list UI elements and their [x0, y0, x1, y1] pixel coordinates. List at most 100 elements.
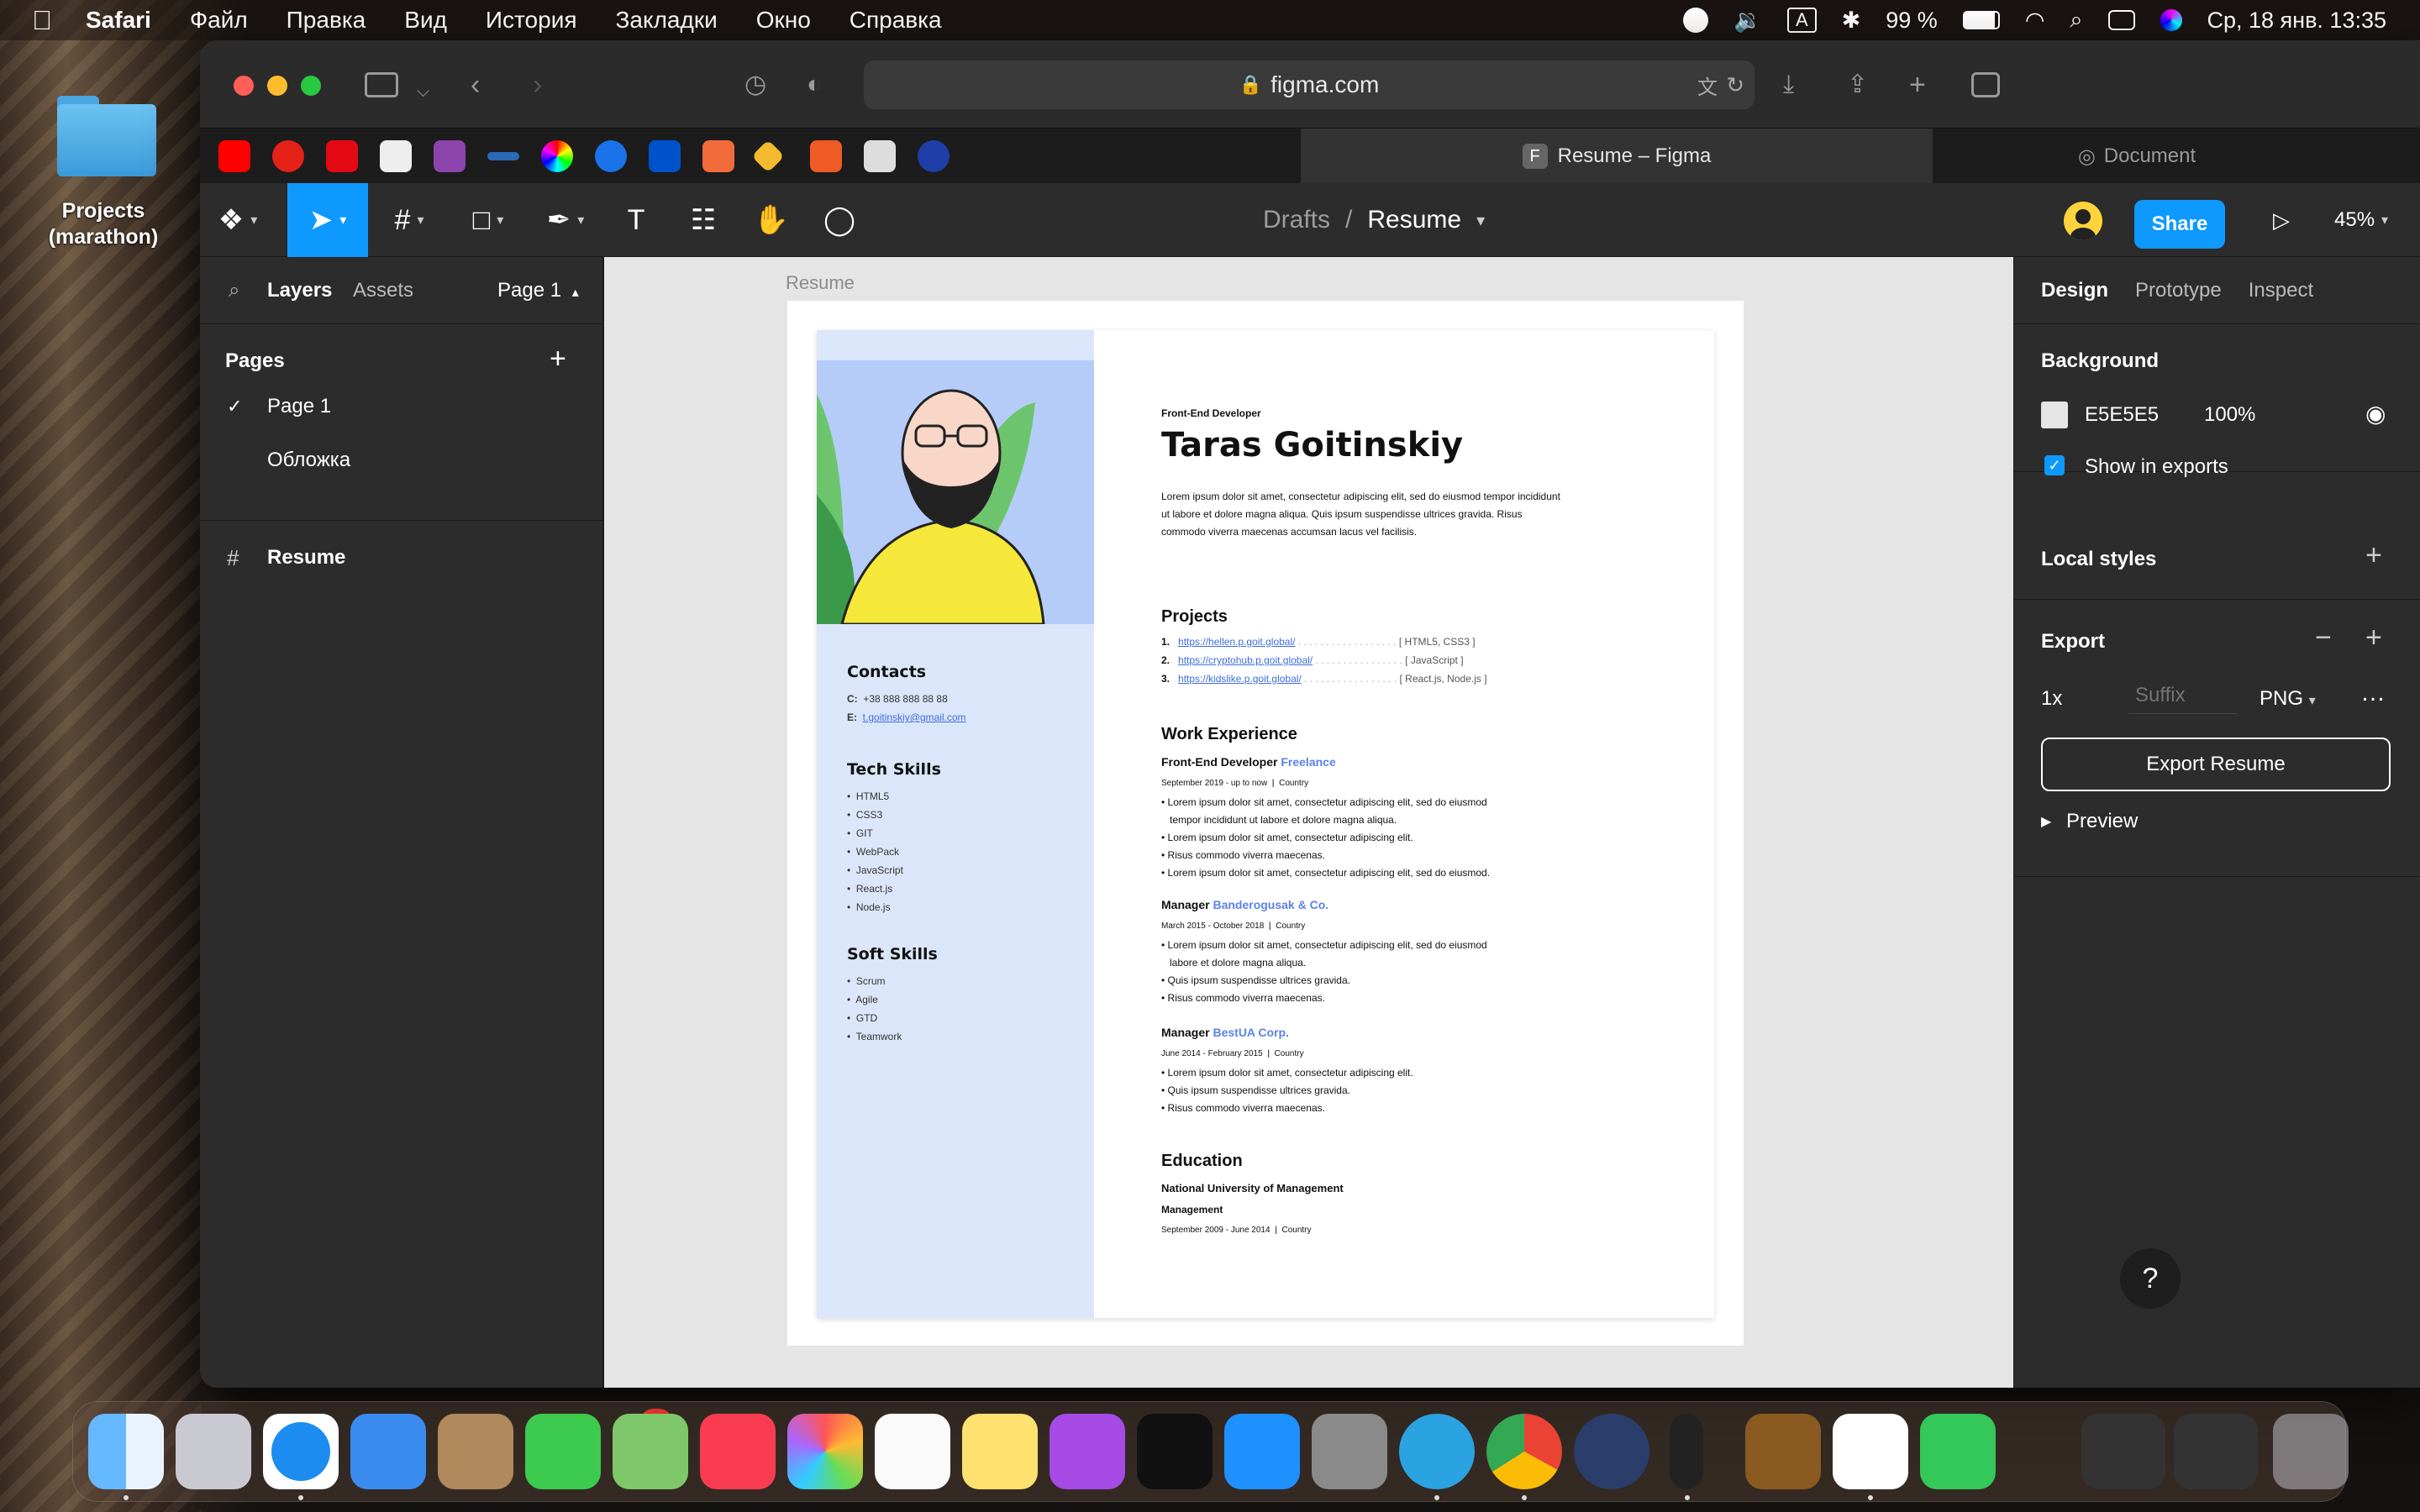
tab-design[interactable]: Design: [2041, 279, 2108, 302]
project-link[interactable]: https://kidslike.p.goit.global/: [1178, 673, 1302, 685]
tab-layers[interactable]: Layers: [267, 279, 332, 302]
spotlight-icon[interactable]: ⌕: [2070, 7, 2082, 34]
color-tab-icon[interactable]: [541, 140, 573, 172]
layer-resume[interactable]: # Resume: [200, 533, 602, 583]
chevron-down-icon[interactable]: ⌵: [417, 77, 429, 106]
tab-assets[interactable]: Assets: [353, 279, 413, 302]
history-clock-icon[interactable]: ◷: [744, 71, 766, 99]
music-icon[interactable]: [700, 1414, 776, 1489]
menu-app-name[interactable]: Safari: [86, 7, 151, 34]
show-in-exports-checkbox[interactable]: ✓: [2044, 455, 2065, 475]
desktop-folder-label[interactable]: Projects (marathon): [25, 198, 182, 250]
menu-window[interactable]: Окно: [756, 7, 811, 34]
notes-icon[interactable]: [962, 1414, 1038, 1489]
wifi-icon[interactable]: ◠: [2025, 8, 2045, 34]
minimized-window-icon[interactable]: [2174, 1414, 2258, 1489]
apple-icon[interactable]: : [32, 5, 52, 36]
menu-clock[interactable]: Ср, 18 янв. 13:35: [2207, 8, 2387, 34]
export-button[interactable]: Export Resume: [2041, 738, 2391, 791]
menu-edit[interactable]: Правка: [287, 7, 366, 34]
tab-prototype[interactable]: Prototype: [2135, 279, 2222, 302]
vscode-icon[interactable]: [1833, 1414, 1908, 1489]
app-tab-icon[interactable]: [380, 140, 412, 172]
messages-icon[interactable]: [525, 1414, 601, 1489]
zoom-window-button[interactable]: [301, 76, 321, 96]
app-tab-icon-2[interactable]: [595, 140, 627, 172]
maps-icon[interactable]: [613, 1414, 688, 1489]
add-page-icon[interactable]: +: [550, 343, 566, 375]
youtube-music-tab-icon[interactable]: [272, 140, 304, 172]
tab-inspect[interactable]: Inspect: [2249, 279, 2313, 302]
canvas[interactable]: Resume Contacts C: +38 888 888 88 88 E: …: [604, 257, 2013, 1388]
binance-tab-icon[interactable]: [751, 139, 785, 173]
help-button[interactable]: ?: [2120, 1248, 2181, 1309]
share-icon[interactable]: ⇪: [1847, 71, 1868, 99]
menu-bookmarks[interactable]: Закладки: [616, 7, 718, 34]
app-tab-icon-4[interactable]: [810, 140, 842, 172]
system-preferences-icon[interactable]: [1312, 1414, 1387, 1489]
add-style-icon[interactable]: +: [2365, 539, 2382, 572]
desktop-folder-icon[interactable]: [54, 91, 156, 176]
background-swatch[interactable]: [2041, 402, 2068, 428]
background-hex-input[interactable]: E5E5E5: [2085, 403, 2159, 427]
menu-view[interactable]: Вид: [404, 7, 447, 34]
youtube-tab-icon[interactable]: [218, 140, 250, 172]
figma-menu-icon[interactable]: ❖ ▾: [208, 183, 267, 257]
hearthstone-icon[interactable]: [1745, 1414, 1821, 1489]
input-source-icon[interactable]: A: [1786, 8, 1817, 33]
activity-monitor-icon[interactable]: [1670, 1414, 1703, 1489]
project-link[interactable]: https://hellen.p.goit.global/: [1178, 636, 1295, 648]
apple-tv-icon[interactable]: [1137, 1414, 1213, 1489]
forward-arrow-icon[interactable]: ›: [533, 71, 542, 99]
pinned-tab-icon[interactable]: [487, 152, 519, 160]
downloads-icon[interactable]: ⤓: [1783, 71, 1794, 99]
launchpad-icon[interactable]: [176, 1414, 251, 1489]
present-play-icon[interactable]: ▷: [2260, 183, 2302, 257]
reminders-icon[interactable]: [875, 1414, 950, 1489]
reload-icon[interactable]: ↻: [1726, 72, 1744, 98]
app-tab-icon-3[interactable]: [702, 140, 734, 172]
export-format-select[interactable]: PNG ▾: [2260, 687, 2316, 711]
add-export-icon[interactable]: +: [2365, 622, 2382, 654]
netflix-tab-icon[interactable]: [326, 140, 358, 172]
app-tab-icon-5[interactable]: [918, 140, 950, 172]
sidebar-toggle-icon[interactable]: [365, 72, 398, 97]
menu-help[interactable]: Справка: [850, 7, 942, 34]
jira-tab-icon[interactable]: [649, 140, 681, 172]
eye-icon[interactable]: ◉: [2365, 400, 2386, 428]
facetime-icon[interactable]: [1920, 1414, 1996, 1489]
privacy-shield-icon[interactable]: ◐: [807, 71, 822, 99]
podcasts-icon[interactable]: [1050, 1414, 1125, 1489]
more-options-icon[interactable]: …: [2360, 679, 2387, 707]
pen-tool-icon[interactable]: ✒ ▾: [536, 183, 595, 257]
page-selector[interactable]: Page 1 ▴: [497, 279, 579, 302]
docs-tab-icon[interactable]: [864, 140, 896, 172]
share-button[interactable]: Share: [2134, 200, 2225, 249]
new-tab-icon[interactable]: +: [1909, 71, 1926, 99]
avatar[interactable]: [2064, 202, 2102, 240]
app-icon[interactable]: [1574, 1414, 1649, 1489]
remove-export-icon[interactable]: −: [2315, 622, 2332, 654]
hand-tool-icon[interactable]: ✋: [748, 183, 795, 257]
comment-tool-icon[interactable]: ◯: [818, 183, 860, 257]
address-bar[interactable]: 🔒 figma.com 文 ↻: [864, 60, 1754, 109]
frame-tool-icon[interactable]: # ▾: [380, 183, 439, 257]
resources-icon[interactable]: ☷: [682, 183, 724, 257]
minimize-window-button[interactable]: [267, 76, 287, 96]
background-opacity-input[interactable]: 100%: [2204, 403, 2255, 427]
export-scale-select[interactable]: 1x: [2041, 687, 2062, 711]
close-window-button[interactable]: [234, 76, 254, 96]
contacts-icon[interactable]: [438, 1414, 513, 1489]
preview-toggle[interactable]: Preview: [2066, 810, 2138, 833]
search-icon[interactable]: ⌕: [229, 279, 239, 302]
page-item-oblozhka[interactable]: Обложка: [200, 433, 602, 487]
translate-icon[interactable]: 文: [1697, 71, 1718, 100]
menu-history[interactable]: История: [486, 7, 577, 34]
volume-icon[interactable]: 🔉: [1733, 7, 1762, 34]
control-center-icon[interactable]: [2107, 10, 2135, 30]
tab-figma-resume[interactable]: F Resume – Figma: [1301, 129, 1933, 184]
telegram-icon[interactable]: [1399, 1414, 1475, 1489]
mail-icon[interactable]: [350, 1414, 426, 1489]
export-suffix-input[interactable]: [2128, 677, 2238, 714]
safari-icon[interactable]: [263, 1414, 339, 1489]
